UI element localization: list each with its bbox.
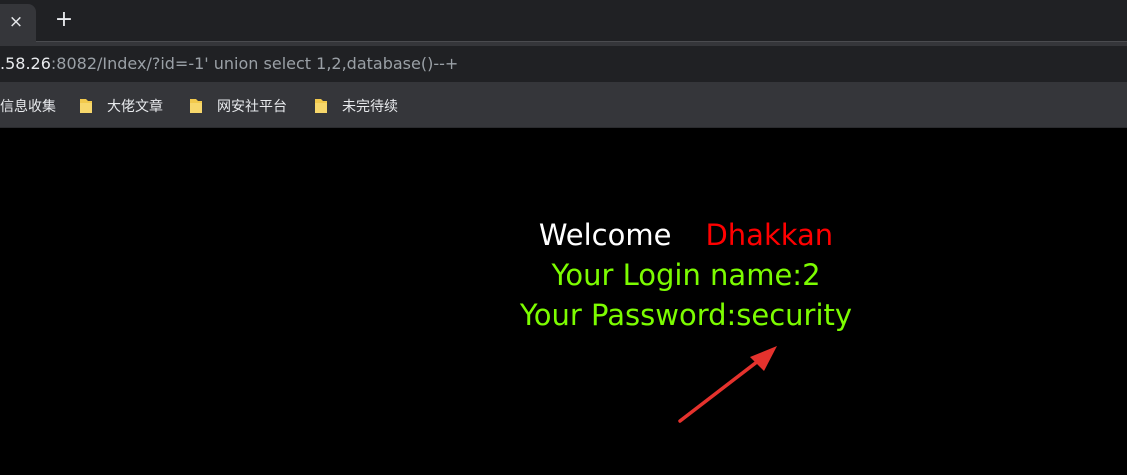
page-content: Welcome Dhakkan Your Login name:2 Your Pa… — [0, 128, 1127, 475]
bookmarks-bar: 信息收集 大佬文章 网安社平台 未完待续 — [0, 84, 1127, 128]
toolbar: .58.26:8082/Index/?id=-1' union select 1… — [0, 42, 1127, 84]
bookmark-item[interactable]: 信息收集 — [0, 84, 56, 127]
url-path: :8082/Index/?id=-1' union select 1,2,dat… — [50, 54, 459, 73]
address-bar[interactable]: .58.26:8082/Index/?id=-1' union select 1… — [0, 46, 1127, 82]
bookmark-folder[interactable]: 网安社平台 — [189, 84, 287, 127]
url-host: .58.26 — [0, 54, 51, 73]
bookmark-label: 大佬文章 — [107, 98, 163, 115]
tab-strip: × + — [0, 0, 1127, 42]
close-tab-icon[interactable]: × — [6, 12, 26, 32]
active-tab[interactable]: × — [0, 4, 36, 42]
bookmark-label: 网安社平台 — [217, 98, 287, 115]
new-tab-button[interactable]: + — [50, 6, 78, 34]
annotation-arrow-icon — [678, 346, 777, 423]
folder-icon — [79, 98, 93, 114]
browser-window: × + .58.26:8082/Index/?id=-1' union sele… — [0, 0, 1127, 475]
url-text[interactable]: .58.26:8082/Index/?id=-1' union select 1… — [0, 46, 458, 82]
folder-icon — [314, 98, 328, 114]
bookmark-folder[interactable]: 未完待续 — [314, 84, 398, 127]
bookmark-label: 未完待续 — [342, 98, 398, 115]
bookmark-label: 信息收集 — [0, 98, 56, 115]
bookmark-folder[interactable]: 大佬文章 — [79, 84, 163, 127]
folder-icon — [189, 98, 203, 114]
